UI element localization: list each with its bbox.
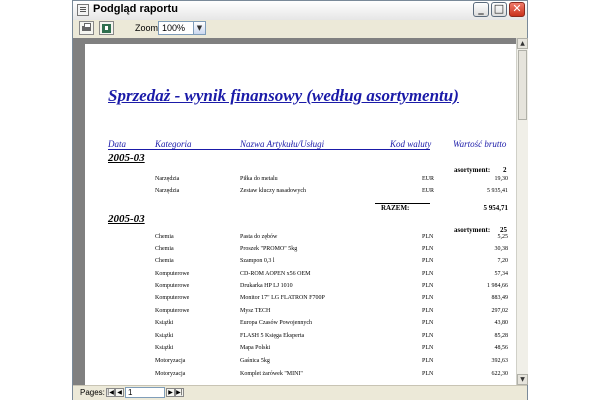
row-value: 48,56: [494, 345, 509, 351]
pages-label: Pages:: [80, 388, 105, 397]
print-button[interactable]: [79, 21, 94, 35]
row-value: 392,63: [491, 358, 509, 364]
row-category: Chemia: [155, 246, 174, 252]
row-name: Gaśnica 5kg: [240, 358, 270, 364]
minimize-button[interactable]: _: [473, 2, 489, 17]
row-name: Proszek "PROMO" 5kg: [240, 246, 298, 252]
window-title: Podgląd raportu: [93, 3, 178, 15]
row-category: Narzędzia: [155, 188, 180, 194]
row-value: 1 984,66: [487, 283, 508, 289]
row-value: 5,25: [497, 234, 509, 240]
page-navigation-bar: Pages: |◀ ◀ 1 ▶ ▶|: [73, 385, 527, 400]
row-value: 30,38: [494, 246, 509, 252]
row-name: Monitor 17" LG FLATRON F700P: [240, 295, 325, 301]
row-category: Komputerowe: [155, 283, 190, 289]
group-count: 25: [500, 226, 507, 234]
report-title: Sprzedaż - wynik finansowy (według asort…: [108, 86, 459, 105]
row-name: Mysz TECH: [240, 308, 271, 314]
report-viewport[interactable]: Sprzedaż - wynik finansowy (według asort…: [73, 38, 516, 385]
group-period-title: 2005-03: [108, 213, 145, 225]
row-category: Książki: [155, 333, 174, 339]
row-category: Motoryzacja: [155, 371, 186, 377]
row-currency: PLN: [422, 308, 434, 314]
row-currency: PLN: [422, 333, 434, 339]
row-name: Zestaw kluczy nasadowych: [240, 188, 306, 194]
row-value: 85,28: [494, 333, 509, 339]
header-kategoria: Kategoria: [155, 139, 192, 149]
row-value: 57,34: [494, 271, 509, 277]
scroll-thumb[interactable]: [518, 50, 527, 120]
total-value: 5 954,71: [483, 204, 509, 212]
row-value: 883,49: [491, 295, 509, 301]
header-divider: [108, 149, 430, 150]
zoom-value: 100%: [162, 23, 186, 33]
report-page: Sprzedaż - wynik finansowy (według asort…: [85, 44, 516, 385]
row-currency: PLN: [422, 271, 434, 277]
page-number-input[interactable]: 1: [125, 387, 165, 398]
header-wartosc: Wartość brutto: [453, 139, 507, 149]
zoom-label: Zoom: [135, 23, 159, 33]
row-name: Europa Czasów Powojennych: [240, 320, 312, 326]
export-button[interactable]: [99, 21, 114, 35]
row-value: 297,02: [491, 308, 509, 314]
group-count-label: asortyment:: [454, 226, 491, 234]
row-value: 19,30: [494, 176, 509, 182]
row-value: 43,80: [494, 320, 509, 326]
title-bar[interactable]: Podgląd raportu _ □ ✕: [73, 1, 527, 21]
row-currency: PLN: [422, 295, 434, 301]
row-value: 622,30: [491, 371, 509, 377]
row-name: Komplet żarówek "MINI": [240, 371, 303, 377]
row-category: Komputerowe: [155, 271, 190, 277]
header-nazwa: Nazwa Artykułu/Usługi: [240, 139, 325, 149]
group-period-title: 2005-03: [108, 152, 145, 164]
row-name: Piłka do metalu: [240, 176, 278, 182]
row-value: 7,20: [497, 258, 509, 264]
zoom-select[interactable]: 100% ▼: [158, 21, 206, 35]
report-app-icon: [77, 4, 89, 16]
previous-page-button[interactable]: ◀: [115, 388, 124, 397]
row-name: Mapa Polski: [240, 345, 271, 351]
row-currency: EUR: [422, 176, 434, 182]
row-currency: PLN: [422, 358, 434, 364]
row-name: CD-ROM AOPEN x56 OEM: [240, 271, 311, 277]
row-category: Chemia: [155, 258, 174, 264]
row-currency: PLN: [422, 320, 434, 326]
row-currency: PLN: [422, 246, 434, 252]
header-kod-waluty: Kod waluty: [390, 139, 432, 149]
row-category: Komputerowe: [155, 308, 190, 314]
row-name: FLASH 5 Księga Eksperta: [240, 333, 305, 339]
row-currency: PLN: [422, 234, 434, 240]
row-currency: PLN: [422, 258, 434, 264]
header-data: Data: [108, 139, 126, 149]
row-category: Narzędzia: [155, 176, 180, 182]
row-category: Komputerowe: [155, 295, 190, 301]
row-value: 5 935,41: [487, 188, 508, 194]
row-currency: PLN: [422, 371, 434, 377]
close-button[interactable]: ✕: [509, 2, 525, 17]
row-category: Motoryzacja: [155, 358, 186, 364]
group-count-label: asortyment:: [454, 166, 491, 174]
vertical-scrollbar[interactable]: ▲ ▼: [516, 38, 528, 385]
row-currency: PLN: [422, 283, 434, 289]
first-page-button[interactable]: |◀: [106, 388, 115, 397]
report-preview-window: Podgląd raportu _ □ ✕ Zoom 100% ▼ Sprzed…: [72, 0, 528, 400]
group-count: 2: [503, 166, 507, 174]
row-name: Szampon 0,3 l: [240, 258, 275, 264]
row-category: Chemia: [155, 234, 174, 240]
scroll-down-icon[interactable]: ▼: [517, 374, 528, 385]
last-page-button[interactable]: ▶|: [175, 388, 184, 397]
row-currency: PLN: [422, 345, 434, 351]
chevron-down-icon[interactable]: ▼: [193, 22, 205, 34]
toolbar: Zoom 100% ▼: [73, 20, 527, 39]
next-page-button[interactable]: ▶: [166, 388, 175, 397]
scroll-up-icon[interactable]: ▲: [517, 38, 528, 49]
row-name: Pasta do zębów: [240, 234, 278, 240]
row-category: Książki: [155, 345, 174, 351]
row-currency: EUR: [422, 188, 434, 194]
total-label: RAZEM:: [381, 204, 410, 212]
maximize-button[interactable]: □: [491, 2, 507, 17]
row-category: Książki: [155, 320, 174, 326]
row-name: Drukarka HP LJ 1010: [240, 283, 293, 289]
